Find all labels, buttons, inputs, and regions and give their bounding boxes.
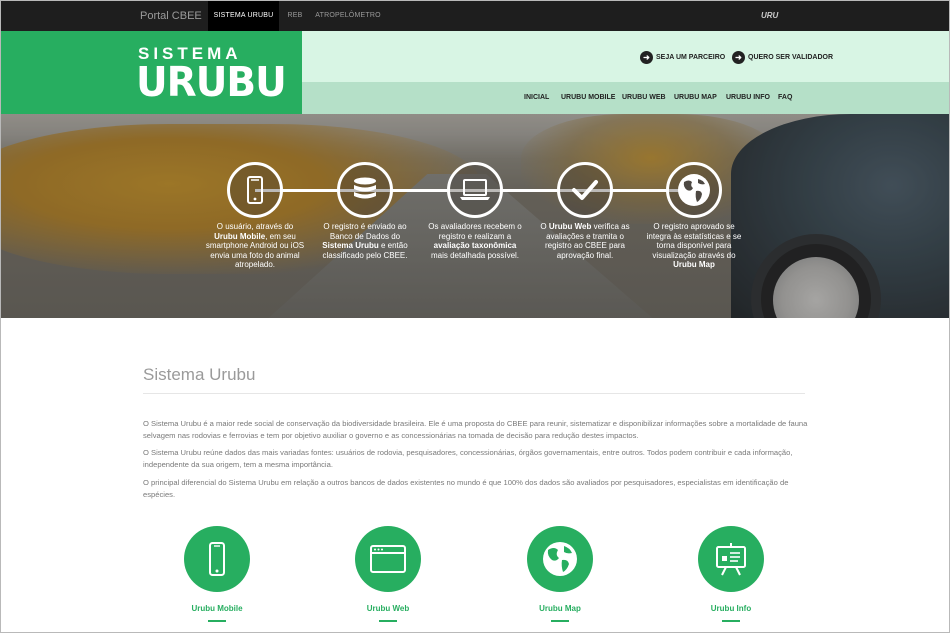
site-logo[interactable]: SISTEMA URUBU: [1, 31, 302, 114]
section-title: Sistema Urubu: [143, 365, 256, 384]
validator-label: QUERO SER VALIDADOR: [748, 53, 834, 61]
tab-atropelometro[interactable]: ATROPELÔMETRO: [313, 1, 383, 31]
nav-urubu-mobile[interactable]: URUBU MOBILE: [561, 82, 615, 114]
intro-paragraph-1: O Sistema Urubu é a maior rede social de…: [143, 419, 808, 440]
step-3-text: Os avaliadores recebem o registro e real…: [428, 222, 522, 260]
step-5-text: O registro aprovado se integra às estatí…: [646, 222, 742, 269]
browser-window-icon: [355, 526, 421, 592]
check-icon: [557, 162, 613, 218]
urubu-small-logo[interactable]: URU: [761, 9, 791, 23]
step-2-text: O registro é enviado ao Banco de Dados d…: [322, 222, 408, 260]
main-nav: INICIAL URUBU MOBILE URUBU WEB URUBU MAP…: [302, 82, 949, 114]
tab-reb[interactable]: REB: [283, 1, 307, 31]
top-bar: Portal CBEE SISTEMA URUBU REB ATROPELÔME…: [1, 1, 949, 31]
feature-underline: [208, 620, 226, 622]
globe-icon: [527, 526, 593, 592]
feature-urubu-web[interactable]: Urubu Web: [338, 526, 438, 622]
intro-paragraph-2: O Sistema Urubu reúne dados das mais var…: [143, 448, 793, 469]
nav-faq[interactable]: FAQ: [778, 82, 792, 114]
database-icon: [337, 162, 393, 218]
feature-label: Urubu Info: [710, 604, 752, 613]
logo-main-text: URUBU: [136, 59, 287, 107]
feature-underline: [722, 620, 740, 622]
hero-banner: O usuário, através do Urubu Mobile, em s…: [1, 114, 949, 318]
feature-label: Urubu Web: [366, 604, 410, 613]
feature-urubu-info[interactable]: Urubu Info: [681, 526, 781, 622]
feature-urubu-map[interactable]: Urubu Map: [510, 526, 610, 622]
section-divider: [143, 393, 805, 394]
laptop-icon: [447, 162, 503, 218]
feature-underline: [551, 620, 569, 622]
validator-link[interactable]: ➜ QUERO SER VALIDADOR: [732, 50, 833, 64]
smartphone-icon: [227, 162, 283, 218]
arrow-right-icon: ➜: [640, 50, 653, 64]
intro-paragraph-3: O principal diferencial do Sistema Urubu…: [143, 478, 789, 499]
presentation-chart-icon: [698, 526, 764, 592]
nav-urubu-web[interactable]: URUBU WEB: [622, 82, 666, 114]
arrow-right-icon: ➜: [732, 50, 745, 64]
feature-label: Urubu Map: [539, 604, 581, 613]
nav-urubu-map[interactable]: URUBU MAP: [674, 82, 717, 114]
step-1-text: O usuário, através do Urubu Mobile, em s…: [205, 222, 305, 269]
partner-label: SEJA UM PARCEIRO: [656, 53, 726, 61]
portal-link[interactable]: Portal CBEE: [140, 1, 202, 31]
globe-icon: [666, 162, 722, 218]
header-actions: ➜ SEJA UM PARCEIRO ➜ QUERO SER VALIDADOR: [302, 31, 949, 82]
nav-inicial[interactable]: INICIAL: [524, 82, 549, 114]
smartphone-icon: [184, 526, 250, 592]
partner-link[interactable]: ➜ SEJA UM PARCEIRO: [640, 50, 725, 64]
nav-urubu-info[interactable]: URUBU INFO: [726, 82, 770, 114]
tab-sistema-urubu[interactable]: SISTEMA URUBU: [208, 1, 279, 31]
feature-label: Urubu Mobile: [191, 604, 243, 613]
feature-underline: [379, 620, 397, 622]
feature-urubu-mobile[interactable]: Urubu Mobile: [167, 526, 267, 622]
step-4-text: O Urubu Web verifica as avaliações e tra…: [540, 222, 630, 260]
